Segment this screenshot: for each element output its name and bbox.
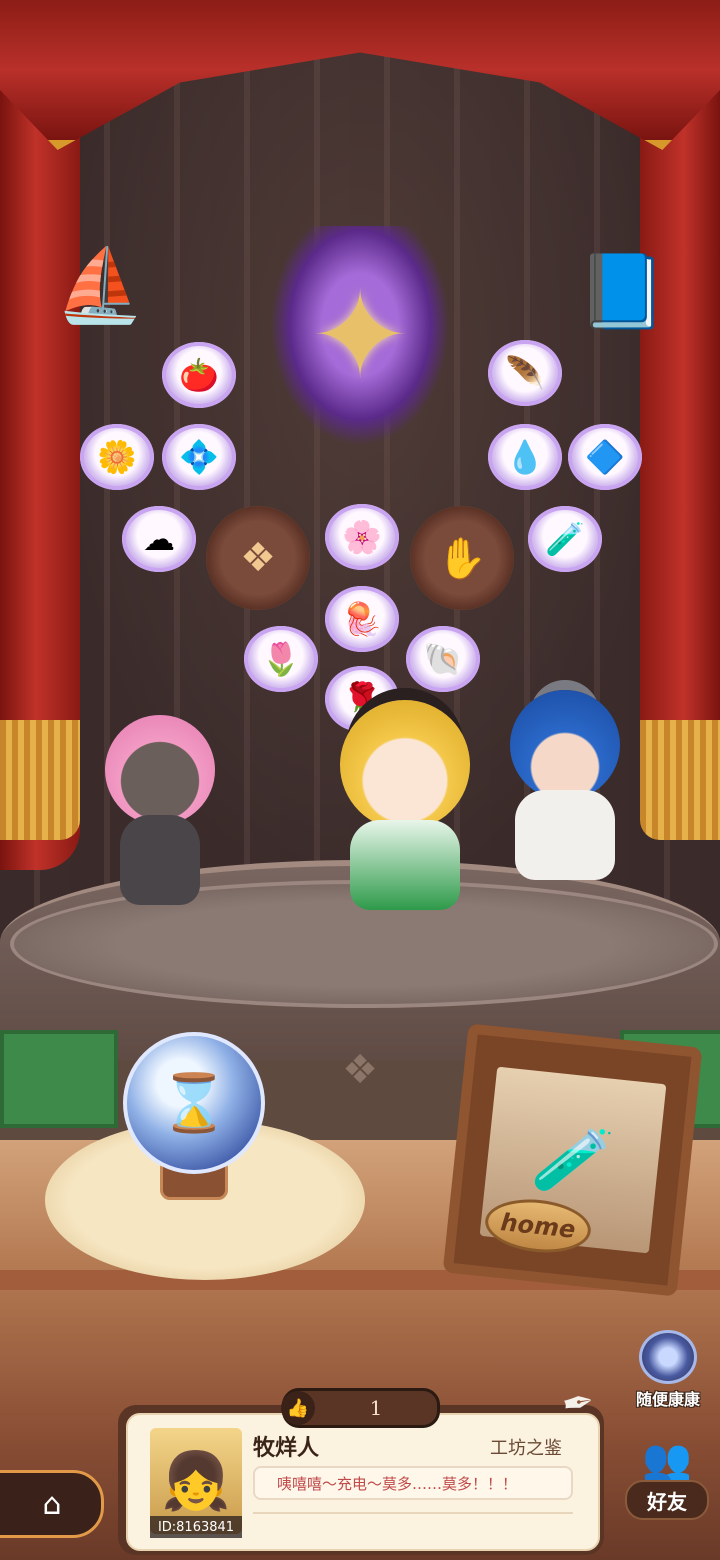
tomato-item-icon[interactable]: 🍅: [162, 342, 236, 408]
jellyfish-item-icon[interactable]: 🪼: [325, 586, 399, 652]
potion-item-icon[interactable]: 🧪: [528, 506, 602, 572]
like-count: 1: [369, 1396, 383, 1420]
character-blonde-witch[interactable]: [310, 690, 500, 920]
home-picture-frame[interactable]: 🧪: [442, 1023, 703, 1297]
random-visit-button[interactable]: 随便康康: [628, 1330, 708, 1410]
crystal-item-icon[interactable]: 🔷: [568, 424, 642, 490]
character-blue-hair[interactable]: [490, 670, 640, 900]
player-message: 咦嘻嘻～充电～莫多……莫多！！！: [253, 1466, 573, 1500]
portal-icon: [639, 1330, 697, 1384]
purple-star-emblem-icon[interactable]: ✦: [270, 226, 450, 446]
player-title: 工坊之鉴: [490, 1438, 562, 1459]
character-pink-hair[interactable]: [80, 700, 240, 920]
house-icon: ⌂: [42, 1486, 62, 1522]
message-divider: [253, 1512, 573, 1514]
curtain-right: [640, 90, 720, 790]
shell-item-icon[interactable]: 🐚: [406, 626, 480, 692]
curtain-right-fringe: [640, 720, 720, 840]
feather-item-icon[interactable]: 🪶: [488, 340, 562, 406]
random-visit-label: 随便康康: [635, 1390, 700, 1409]
player-name: 牧烊人: [253, 1436, 320, 1461]
friends-label: 好友: [625, 1480, 709, 1520]
thumbs-up-icon[interactable]: 👍: [281, 1391, 315, 1425]
white-flower-item-icon[interactable]: 🌸: [325, 504, 399, 570]
stage-ornament-icon: ❖: [342, 1047, 378, 1093]
blue-slime-item-icon[interactable]: 💧: [488, 424, 562, 490]
locked-medal-right-icon[interactable]: ✋: [410, 506, 514, 610]
like-counter[interactable]: 👍 1: [281, 1388, 440, 1428]
home-plaque-label: home: [499, 1208, 577, 1244]
locked-medal-left-icon[interactable]: ❖: [206, 506, 310, 610]
stage-steps-left: [0, 1030, 118, 1128]
hourglass-icon: ⌛: [159, 1071, 229, 1136]
player-id: ID:8163841: [150, 1516, 242, 1538]
home-button[interactable]: ⌂: [0, 1470, 104, 1538]
golden-flower-item-icon[interactable]: 🌼: [80, 424, 154, 490]
player-message-text: 咦嘻嘻～充电～莫多……莫多！！！: [277, 1474, 518, 1493]
book-trinket-icon[interactable]: 📘: [572, 236, 672, 346]
cotton-item-icon[interactable]: ☁: [122, 506, 196, 572]
hourglass-orb-button[interactable]: ⌛: [123, 1032, 265, 1174]
lily-item-icon[interactable]: 🌷: [244, 626, 318, 692]
friends-button[interactable]: 👥 好友: [618, 1440, 716, 1540]
ship-trinket-icon[interactable]: ⛵: [50, 230, 150, 340]
friends-icon: 👥: [642, 1437, 692, 1483]
blue-flower-item-icon[interactable]: 💠: [162, 424, 236, 490]
quill-edit-icon[interactable]: ✒: [544, 1373, 612, 1433]
curtain-left-fringe: [0, 720, 80, 840]
avatar-image: 👧: [161, 1449, 231, 1514]
